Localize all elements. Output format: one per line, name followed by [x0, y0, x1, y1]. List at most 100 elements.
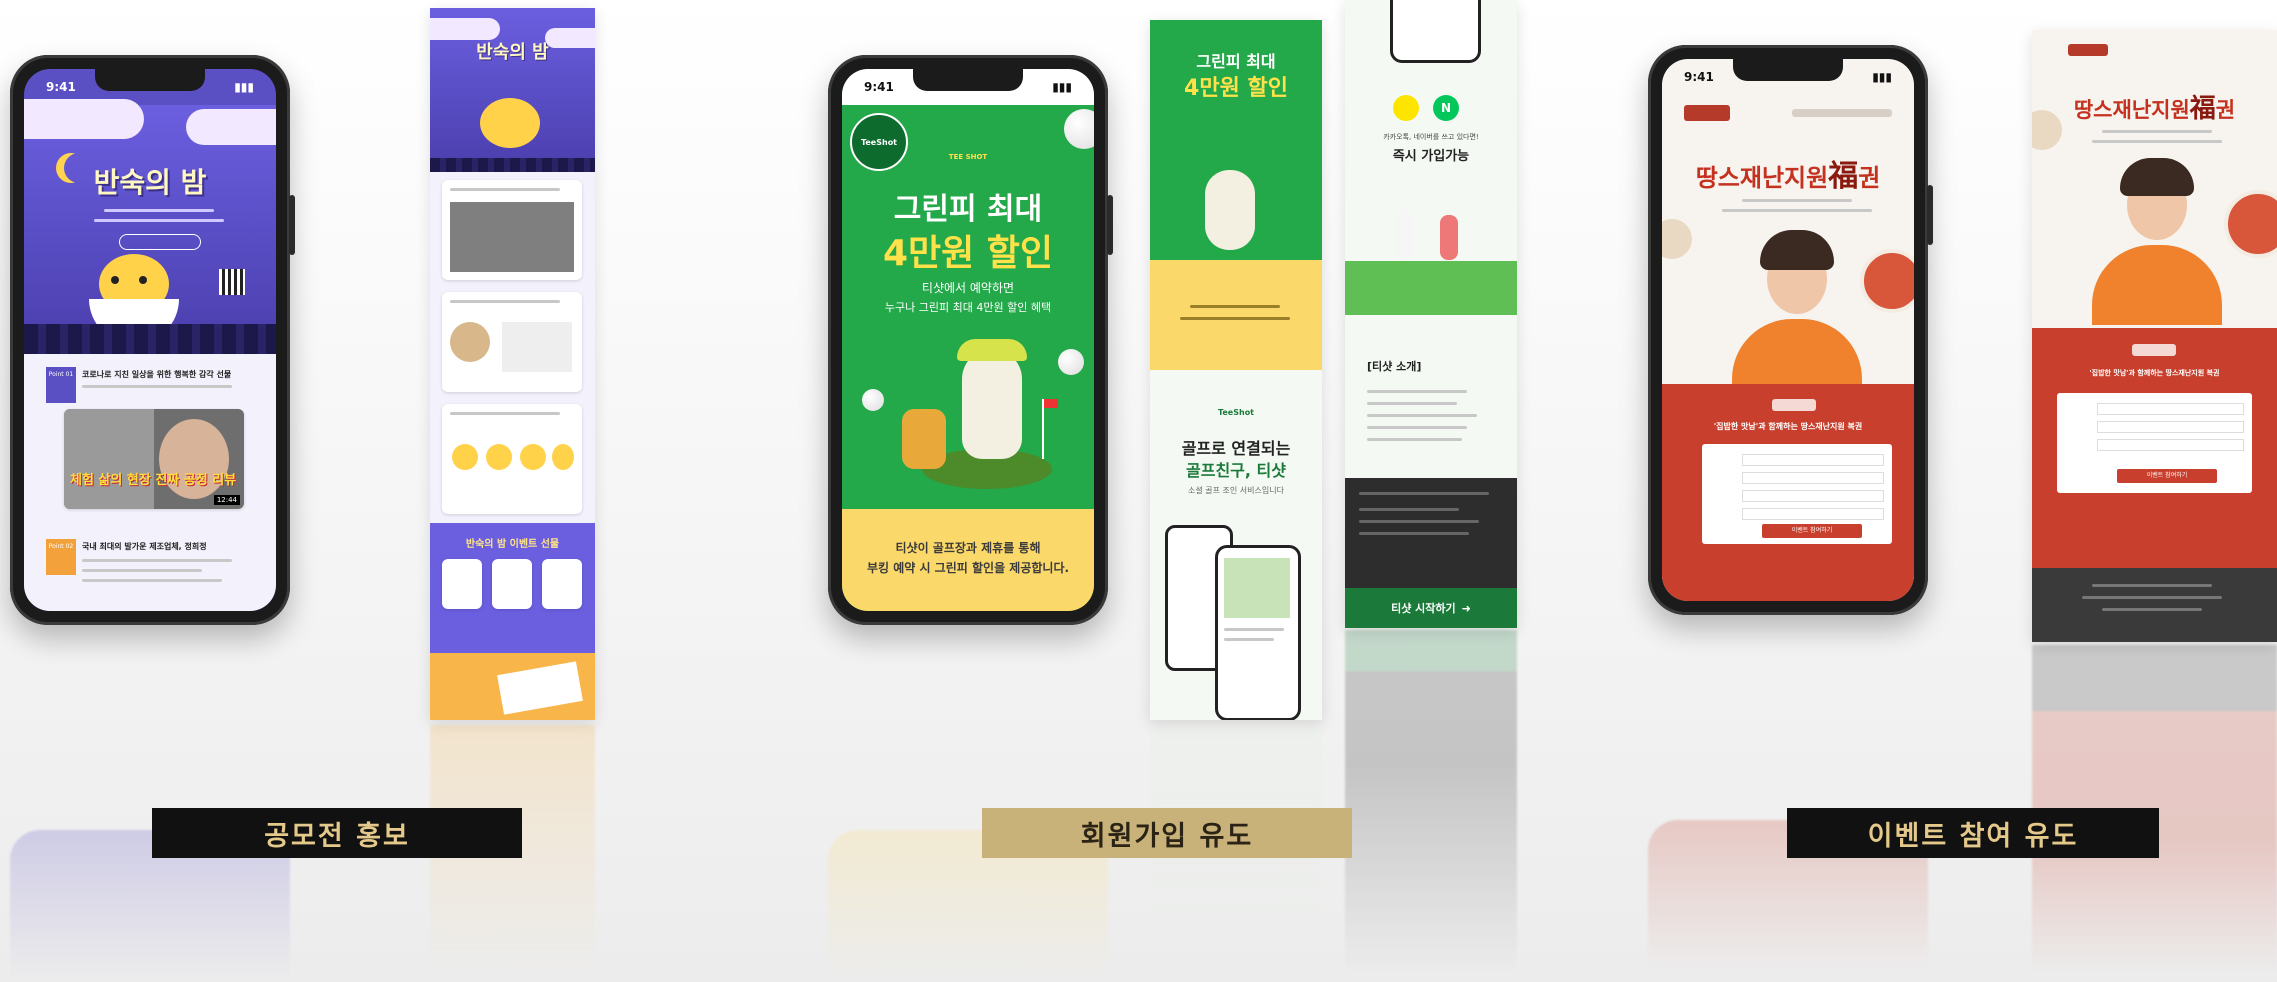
strip-title-line2: 골프친구, 티샷: [1186, 461, 1286, 480]
text-line: [82, 579, 222, 582]
start-teeshot-button[interactable]: 티샷 시작하기 ➜: [1345, 588, 1517, 628]
about-heading: [티샷 소개]: [1367, 360, 1422, 373]
mini-phone-mockup: [1215, 545, 1301, 720]
contest-title: 반숙의 밤: [93, 166, 207, 199]
teeshot-long-page: 그린피 최대 4만원 할인 TeeShot 골프로 연결되는 골프친구, 티샷 …: [1150, 20, 1322, 720]
phone-side-button: [1927, 185, 1933, 245]
submit-button[interactable]: 이벤트 참여하기: [1762, 524, 1862, 538]
tee-shot-label: TEE SHOT: [948, 153, 988, 161]
chick-illustration: [480, 98, 540, 148]
phone-field[interactable]: [1742, 472, 1884, 484]
battery-icon: ▮▮▮: [1052, 80, 1072, 94]
phone-side-button: [289, 195, 295, 255]
arrow-right-icon: ➜: [1461, 601, 1471, 615]
section-card: [442, 404, 582, 514]
brand-logo: [2068, 44, 2108, 56]
strip-teeshot-logo: TeeShot: [1217, 408, 1255, 417]
submit-button[interactable]: 이벤트 참여하기: [2117, 469, 2217, 483]
category-label-event: 이벤트 참여 유도: [1787, 808, 2159, 858]
status-time: 9:41: [864, 80, 894, 94]
brand-logo: [1772, 399, 1816, 411]
point-badge: Point 01: [46, 367, 76, 403]
entry-form: 이벤트 참여하기: [2057, 393, 2252, 493]
phone-screen: 9:41 ▮▮▮ TeeShot TEE SHOT 그린피 최대 4만원 할인 …: [842, 69, 1094, 611]
nav-menu[interactable]: [1792, 109, 1892, 117]
strip-event-headline: 땅스재난지원福권: [2073, 94, 2236, 124]
battery-icon: ▮▮▮: [234, 80, 254, 94]
text-line: [94, 219, 224, 222]
join-title: 즉시 가입가능: [1392, 149, 1470, 164]
food-plate-illustration: [1860, 249, 1914, 313]
sub-line2: 누구나 그린피 최대 4만원 할인 혜택: [884, 301, 1052, 314]
footer-info: [2032, 568, 2277, 642]
phone-field[interactable]: [2097, 421, 2244, 433]
point2-title: 국내 최대의 발가운 제조업체, 정희정: [82, 542, 207, 551]
join-subtitle: 카카오톡, 네이버를 쓰고 있다면!: [1383, 133, 1479, 141]
event-section: 반숙의 밤 이벤트 선물: [430, 523, 595, 653]
golf-ball-icon: [1064, 109, 1094, 149]
strip-event-banner: '집밥한 맛남'과 함께하는 땅스재난지원 복권: [2089, 369, 2220, 377]
food-plate-illustration: [2224, 190, 2277, 258]
text-line: [82, 385, 232, 388]
video-duration: 12:44: [213, 495, 240, 505]
status-time: 9:41: [46, 80, 76, 94]
entry-form: 이벤트 참여하기: [1702, 444, 1892, 544]
floor-reflection: [1345, 630, 1517, 975]
sub-line1: 티샷에서 예약하면: [921, 281, 1015, 295]
video-thumbnail[interactable]: 체험 삶의 현장 진짜 공정 리뷰 12:44: [64, 409, 244, 509]
qr-code-icon: [219, 269, 245, 295]
phone-notch: [1733, 59, 1843, 81]
address-field[interactable]: [2097, 439, 2244, 451]
naver-icon[interactable]: N: [1433, 95, 1459, 121]
teeshot-logo: TeeShot: [850, 113, 908, 171]
kakao-icon[interactable]: [1393, 95, 1419, 121]
footer-info: [1345, 478, 1517, 588]
golfers-illustration: [1345, 180, 1517, 315]
phone-screen: 9:41 ▮▮▮ 땅스재난지원福권 '집밥한 맛남'과 함께하는 땅스재난지원 …: [1662, 59, 1914, 601]
point-badge: Point 02: [46, 539, 76, 575]
headline-line1: 그린피 최대: [893, 192, 1043, 227]
food-plate-illustration: [1662, 219, 1692, 259]
name-field[interactable]: [2097, 403, 2244, 415]
agree-checkbox[interactable]: [1742, 508, 1884, 520]
phone-mockup-contest: 9:41 ▮▮▮ 반숙의 밤 Point 01 코로나로 지친 일상을 위한 행…: [10, 55, 295, 625]
section-card: [442, 180, 582, 280]
person-photo: [1732, 224, 1862, 399]
status-time: 9:41: [1684, 70, 1714, 84]
footer-line2: 부킹 예약 시 그린피 할인을 제공합니다.: [866, 561, 1070, 575]
point1-title: 코로나로 지친 일상을 위한 행복한 감각 선물: [82, 370, 232, 379]
name-field[interactable]: [1742, 454, 1884, 466]
phone-mockup-teeshot: 9:41 ▮▮▮ TeeShot TEE SHOT 그린피 최대 4만원 할인 …: [828, 55, 1113, 625]
category-label-signup: 회원가입 유도: [982, 808, 1352, 858]
cloud-icon: [430, 18, 500, 40]
text-line: [82, 559, 232, 562]
headline-line2: 4만원 할인: [882, 233, 1054, 274]
phone-screen: 9:41 ▮▮▮ 반숙의 밤 Point 01 코로나로 지친 일상을 위한 행…: [24, 69, 276, 611]
strip-headline1: 그린피 최대: [1196, 52, 1276, 71]
event-banner-title: '집밥한 맛남'과 함께하는 땅스재난지원 복권: [1713, 422, 1863, 431]
phone-notch: [913, 69, 1023, 91]
footer-line1: 티샷이 골프장과 제휴를 통해: [895, 541, 1041, 555]
strip-title-line1: 골프로 연결되는: [1181, 439, 1291, 458]
text-line: [82, 569, 202, 572]
address-field[interactable]: [1742, 490, 1884, 502]
golf-ball-icon: [1058, 349, 1084, 375]
event-long-page: 땅스재난지원福권 '집밥한 맛남'과 함께하는 땅스재난지원 복권 이벤트 참여…: [2032, 30, 2277, 642]
mini-phone-mockup: [1390, 0, 1481, 63]
event-gift-heading: 반숙의 밤 이벤트 선물: [465, 539, 560, 550]
cta-button[interactable]: [119, 234, 201, 250]
contest-long-page: 반숙의 밤 반숙의 밤 이벤트 선물: [430, 8, 595, 720]
event-form-section: '집밥한 맛남'과 함께하는 땅스재난지원 복권 이벤트 참여하기: [2032, 328, 2277, 568]
cloud-icon: [24, 99, 144, 139]
battery-icon: ▮▮▮: [1872, 70, 1892, 84]
golf-mascot-illustration: [902, 339, 1058, 509]
cloud-icon: [186, 109, 276, 145]
event-headline: 땅스재난지원福권: [1695, 159, 1881, 194]
section-card: [442, 292, 582, 392]
golf-mascot-illustration: [1205, 170, 1255, 250]
person-photo: [2092, 150, 2222, 325]
category-label-contest: 공모전 홍보: [152, 808, 522, 858]
city-skyline: [24, 324, 276, 354]
video-caption: 체험 삶의 현장 진짜 공정 리뷰: [70, 473, 237, 488]
strip-subtitle: 소셜 골프 조인 서비스입니다: [1188, 486, 1284, 495]
